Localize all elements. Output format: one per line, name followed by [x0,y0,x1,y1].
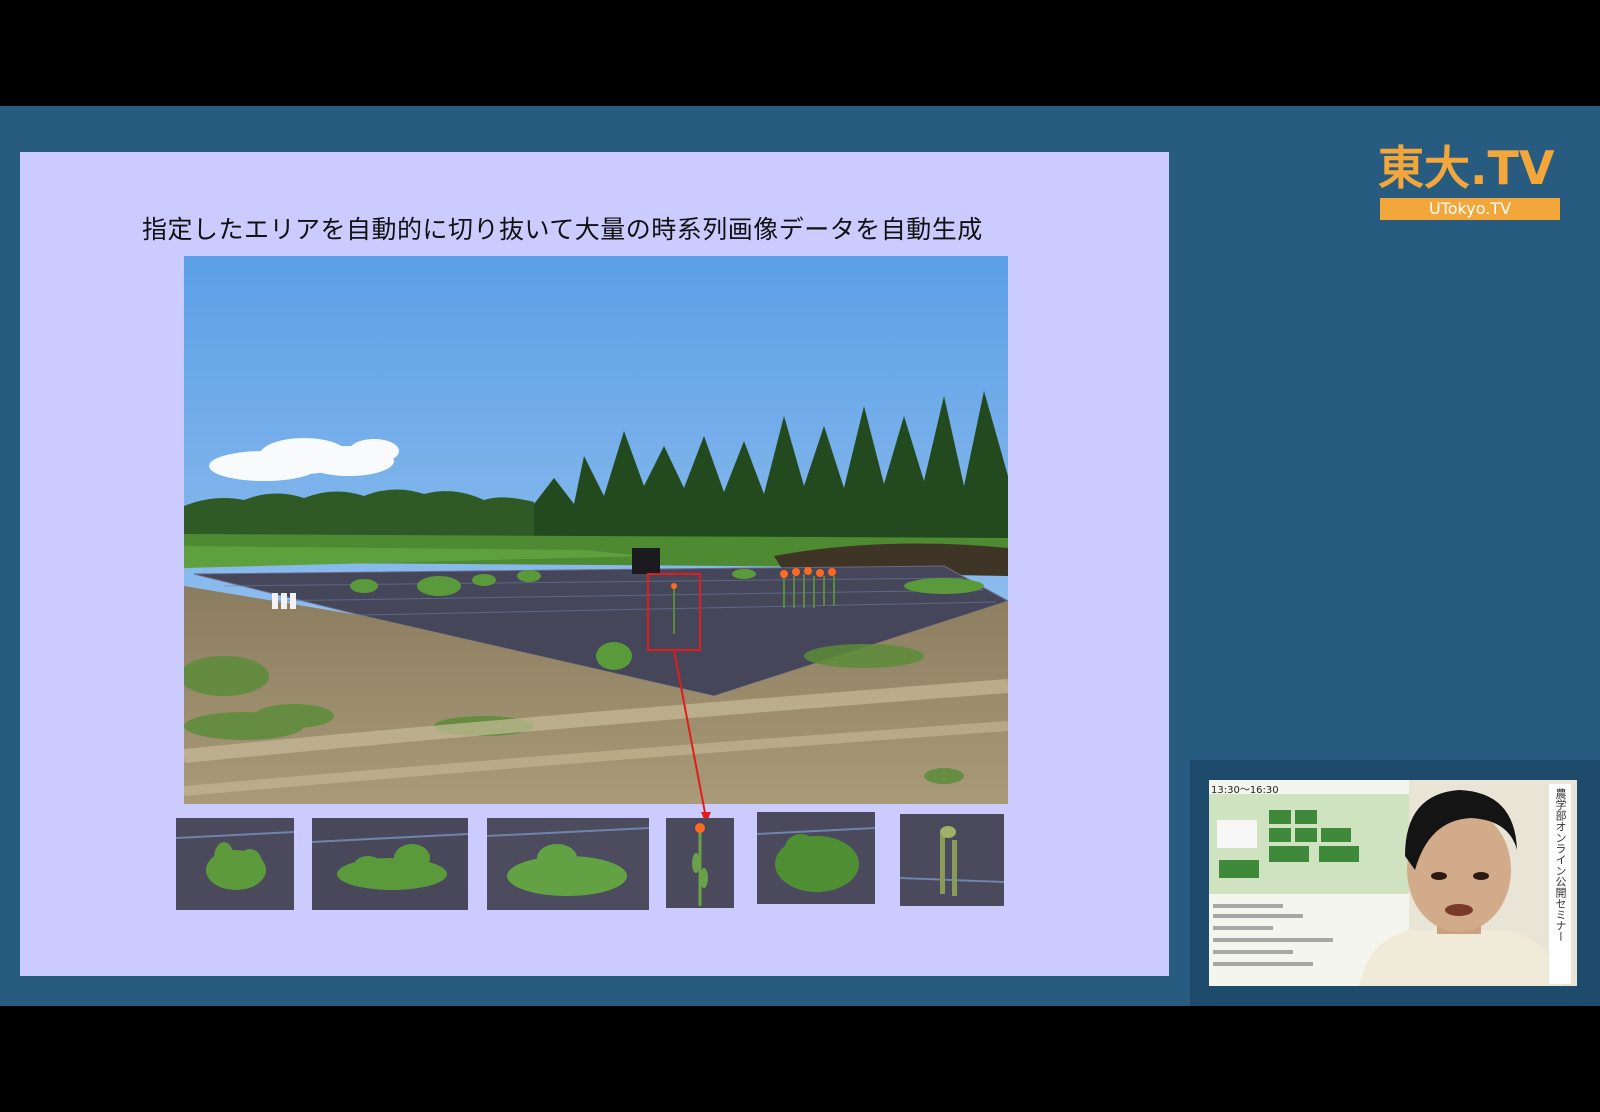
weed-thumb-2 [312,818,468,910]
video-stage: 指定したエリアを自動的に切り抜いて大量の時系列画像データを自動生成 東大.TV … [0,106,1600,1006]
presenter [1359,790,1561,986]
weed-thumb-5 [757,812,875,904]
lily-thumb-4 [666,818,734,908]
field-photo [184,256,1008,804]
webcam-overlay: 13:30～16:30 農学部オンライン公開セミナー [1190,760,1600,1006]
slide-title: 指定したエリアを自動的に切り抜いて大量の時系列画像データを自動生成 [142,215,983,244]
letterbox-top [0,0,1600,106]
poster-side-strip: 農学部オンライン公開セミナー [1549,784,1571,984]
weed-thumb-6 [900,814,1004,906]
presentation-slide: 指定したエリアを自動的に切り抜いて大量の時系列画像データを自動生成 [20,152,1169,976]
logo-subtitle: UTokyo.TV [1380,198,1560,220]
poster-vertical-text: 農学部オンライン公開セミナー [1554,788,1567,942]
weed-thumb-3 [487,818,649,910]
logo-title: 東大.TV [1378,141,1555,195]
weed-thumb-1 [176,818,294,910]
utokyo-tv-logo: 東大.TV UTokyo.TV [1378,142,1562,222]
letterbox-bottom [0,1006,1600,1112]
webcam-feed: 13:30～16:30 農学部オンライン公開セミナー [1209,780,1577,986]
